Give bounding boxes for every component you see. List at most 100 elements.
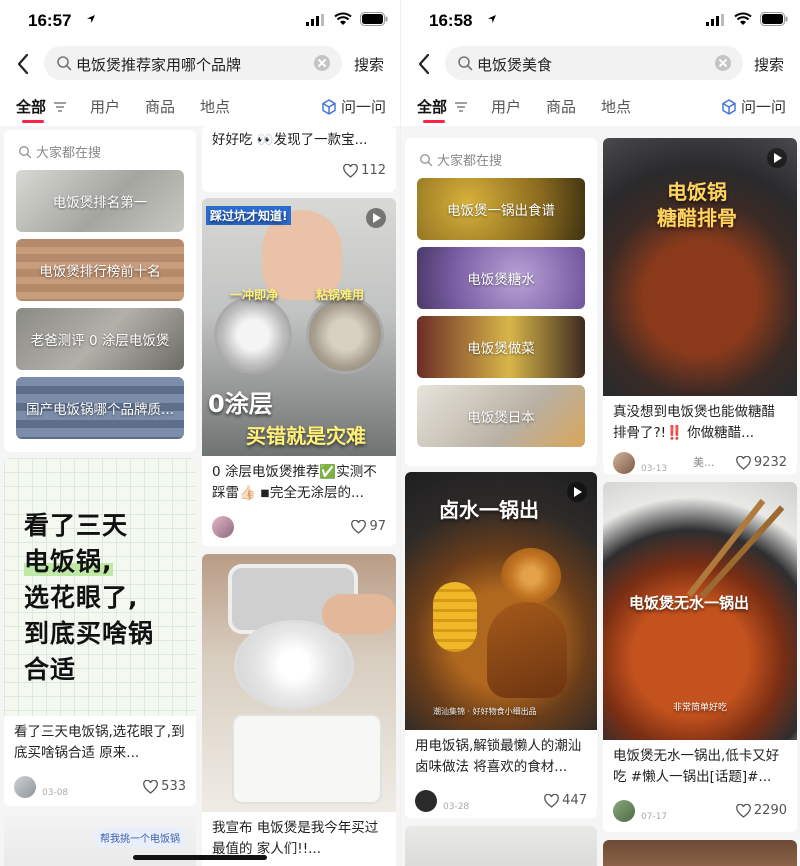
cover-text-line: 看了三天 <box>24 511 129 540</box>
search-input[interactable]: 电饭煲推荐家用哪个品牌 <box>44 46 342 80</box>
search-row: 电饭煲美食 搜索 <box>401 46 800 82</box>
trending-item[interactable]: 老爸测评 0 涂层电饭煲 <box>16 308 184 370</box>
trending-item[interactable]: 电饭煲一锅出食谱 <box>417 178 585 240</box>
clear-icon[interactable] <box>715 55 731 71</box>
tab-products[interactable]: 商品 <box>145 96 175 117</box>
tab-all[interactable]: 全部 <box>417 96 448 123</box>
note-card[interactable]: 电饭煲无水一锅出 非常简单好吃 电饭煲无水一锅出,低卡又好吃 #懒人一锅出[话题… <box>603 482 797 832</box>
status-time: 16:57 <box>28 11 72 30</box>
search-icon <box>458 56 473 71</box>
note-card[interactable] <box>405 826 597 866</box>
like-count-value: 112 <box>361 163 386 178</box>
heart-icon <box>143 779 159 794</box>
trending-item-label: 电饭煲一锅出食谱 <box>447 203 555 219</box>
trending-item[interactable]: 电饭煲糖水 <box>417 247 585 309</box>
filter-tabs: 全部 用户 商品 地点 问一问 <box>401 92 800 123</box>
back-arrow-icon[interactable] <box>415 52 433 76</box>
like-count-value: 97 <box>369 519 386 534</box>
ask-button[interactable]: 问一问 <box>321 96 386 117</box>
overlay-caption: 非常简单好吃 <box>673 703 728 713</box>
tab-all-label: 全部 <box>417 98 448 116</box>
trending-item-label: 电饭煲日本 <box>467 410 535 426</box>
like-count[interactable]: 447 <box>544 793 587 808</box>
avatar[interactable] <box>613 452 635 474</box>
note-meta: 美... 03-13 9232 <box>613 452 787 474</box>
like-count[interactable]: 9232 <box>736 455 787 470</box>
trending-item[interactable]: 电饭煲日本 <box>417 385 585 447</box>
status-time: 16:58 <box>429 11 473 30</box>
search-button[interactable]: 搜索 <box>354 54 384 75</box>
cellular-signal-icon <box>306 14 324 26</box>
back-arrow-icon[interactable] <box>14 52 32 76</box>
note-cover-image <box>202 554 396 812</box>
search-input[interactable]: 电饭煲美食 <box>445 46 743 80</box>
location-arrow-icon <box>87 15 95 23</box>
note-title: 我宣布 电饭煲是我今年买过最值的 家人们!!... <box>212 820 379 857</box>
trending-header: 大家都在搜 <box>419 150 502 169</box>
note-cover-image: 卤水一锅出 潮汕集锦 · 好好物食小细出品 <box>405 472 597 730</box>
tab-users[interactable]: 用户 <box>90 96 120 117</box>
play-icon <box>767 148 787 168</box>
trending-item[interactable]: 电饭煲排名第一 <box>16 170 184 232</box>
tab-places[interactable]: 地点 <box>601 96 631 117</box>
note-card[interactable] <box>603 840 797 866</box>
note-title: 好好吃 👀发现了一款宝... <box>212 132 368 148</box>
play-icon <box>567 482 587 502</box>
tab-places[interactable]: 地点 <box>200 96 230 117</box>
ask-button[interactable]: 问一问 <box>721 96 786 117</box>
cover-text-line: 合适 <box>24 655 77 684</box>
results-feed: 大家都在搜 电饭煲一锅出食谱 电饭煲糖水 电饭煲做菜 电饭煲日本 电饭锅 糖醋排… <box>401 126 800 866</box>
avatar[interactable] <box>14 776 36 798</box>
like-count[interactable]: 112 <box>343 163 386 178</box>
note-card[interactable]: 好好吃 👀发现了一款宝... 112 <box>202 126 396 192</box>
trending-header-text: 大家都在搜 <box>36 146 102 161</box>
home-indicator[interactable] <box>133 855 267 860</box>
like-count[interactable]: 2290 <box>736 803 787 818</box>
left-screen: 16:57 电饭煲推荐家用哪个品牌 搜索 全部 用户 商品 地点 问一问 大家都… <box>0 0 400 866</box>
overlay-text: 电饭锅 <box>667 180 727 204</box>
lotus-root <box>501 548 561 604</box>
heart-icon <box>544 793 560 808</box>
right-screen: 16:58 电饭煲美食 搜索 全部 用户 商品 地点 问一问 大家都在搜 电饭煲… <box>400 0 800 866</box>
trending-item[interactable]: 电饭煲排行榜前十名 <box>16 239 184 301</box>
search-button[interactable]: 搜索 <box>754 54 784 75</box>
note-card[interactable]: 踩过坑才知道! 一冲即净 粘锅难用 0涂层 买错就是灾难 0 涂层电饭煲推荐✅实… <box>202 198 396 546</box>
tab-products[interactable]: 商品 <box>546 96 576 117</box>
like-count[interactable]: 533 <box>143 779 186 794</box>
avatar[interactable] <box>415 790 437 812</box>
note-date: 03-28 <box>443 802 470 812</box>
note-card[interactable]: 卤水一锅出 潮汕集锦 · 好好物食小细出品 用电饭锅,解锁最懒人的潮汕卤味做法 … <box>405 472 597 818</box>
ask-label: 问一问 <box>740 98 786 116</box>
trending-item[interactable]: 电饭煲做菜 <box>417 316 585 378</box>
tag-chip[interactable]: 帮我挑一个电饭锅 <box>94 828 186 847</box>
search-query-text: 电饭煲推荐家用哪个品牌 <box>76 56 242 74</box>
note-card[interactable]: 我宣布 电饭煲是我今年买过最值的 家人们!!... <box>202 554 396 866</box>
tab-users[interactable]: 用户 <box>491 96 521 117</box>
note-title: 用电饭锅,解锁最懒人的潮汕卤味做法 将喜欢的食材... <box>415 738 582 775</box>
heart-icon <box>343 163 359 178</box>
avatar[interactable] <box>212 516 234 538</box>
steamer-tray <box>234 620 354 710</box>
like-count[interactable]: 97 <box>351 519 386 534</box>
like-count-value: 2290 <box>753 803 787 818</box>
trending-item-label: 国产电饭锅哪个品牌质... <box>26 402 174 418</box>
clear-icon[interactable] <box>314 55 330 71</box>
battery-icon <box>360 12 388 26</box>
like-count-value: 447 <box>562 793 587 808</box>
pot-sticky <box>306 296 384 374</box>
filter-icon[interactable] <box>455 102 467 112</box>
note-card[interactable]: 电饭锅 糖醋排骨 真没想到电饭煲也能做糖醋排骨了?!‼️ 你做糖醋... 美..… <box>603 138 797 474</box>
overlay-text: 一冲即净 <box>230 288 279 302</box>
wifi-icon <box>334 12 352 25</box>
author-name[interactable]: 美... <box>693 454 715 470</box>
chicken-leg <box>487 602 567 698</box>
avatar[interactable] <box>613 800 635 822</box>
note-meta: 03-28 447 <box>415 790 587 812</box>
status-bar: 16:57 <box>0 0 400 42</box>
filter-icon[interactable] <box>54 102 66 112</box>
tab-all[interactable]: 全部 <box>16 96 46 123</box>
ask-cube-icon <box>322 98 336 115</box>
note-card[interactable]: 看了三天 电饭锅, 选花眼了, 到底买啥锅 合适 看了三天电饭锅,选花眼了,到底… <box>4 458 196 806</box>
wifi-icon <box>734 12 752 25</box>
trending-item[interactable]: 国产电饭锅哪个品牌质... <box>16 377 184 439</box>
